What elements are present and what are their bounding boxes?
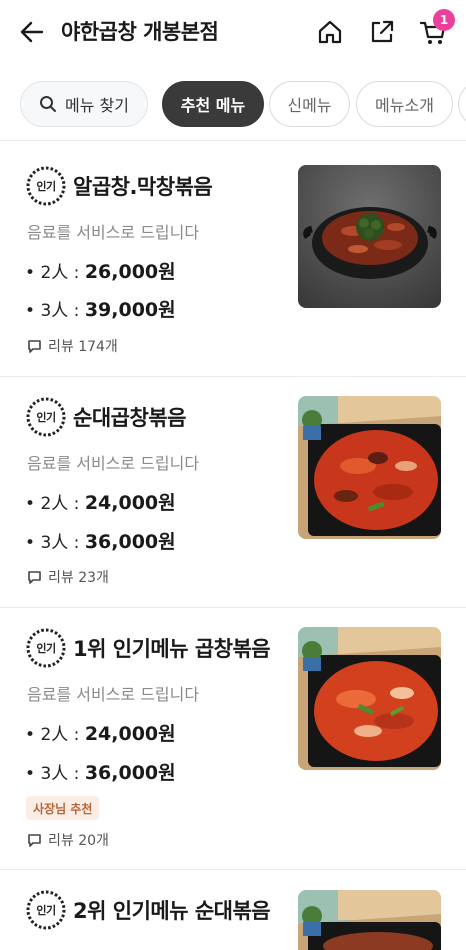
menu-item-price: • 3人 : 36,000원 xyxy=(25,762,176,784)
tab-overflow[interactable] xyxy=(458,81,466,127)
menu-item-description: 음료를 서비스로 드립니다 xyxy=(27,223,200,242)
menu-item-description: 음료를 서비스로 드립니다 xyxy=(27,685,200,704)
menu-item-review: 리뷰 20개 xyxy=(27,830,109,850)
menu-item[interactable]: 인기 알곱창.막창볶음 음료를 서비스로 드립니다 • 2人 : 26,000원… xyxy=(0,141,466,377)
popular-badge: 인기 xyxy=(25,889,67,931)
menu-item-price: • 3人 : 36,000원 xyxy=(25,531,176,553)
menu-item-name: 1위 인기메뉴 곱창볶음 xyxy=(73,637,271,661)
search-label: 메뉴 찾기 xyxy=(65,96,129,115)
tab-recommended[interactable]: 추천 메뉴 xyxy=(162,81,264,127)
popular-badge: 인기 xyxy=(25,396,67,438)
share-button[interactable] xyxy=(367,17,397,47)
home-button[interactable] xyxy=(315,17,345,47)
menu-item-name: 알곱창.막창볶음 xyxy=(73,175,213,199)
menu-item-price: • 2人 : 24,000원 xyxy=(25,492,176,514)
menu-item-name: 순대곱창볶음 xyxy=(73,406,186,430)
comment-icon xyxy=(27,570,42,585)
menu-item[interactable]: 인기 순대곱창볶음 음료를 서비스로 드립니다 • 2人 : 24,000원 •… xyxy=(0,377,466,608)
comment-icon xyxy=(27,833,42,848)
menu-item-photo xyxy=(298,165,441,308)
app-header: 야한곱창 개봉본점 1 xyxy=(0,0,466,66)
menu-tabs: 메뉴 찾기 추천 메뉴 신메뉴 메뉴소개 xyxy=(0,80,466,130)
tab-menu-intro[interactable]: 메뉴소개 xyxy=(356,81,453,127)
popular-badge: 인기 xyxy=(25,165,67,207)
arrow-left-icon xyxy=(20,21,44,43)
menu-item-description: 음료를 서비스로 드립니다 xyxy=(27,454,200,473)
cart-count-badge: 1 xyxy=(433,9,455,31)
menu-item[interactable]: 인기 1위 인기메뉴 곱창볶음 음료를 서비스로 드립니다 • 2人 : 24,… xyxy=(0,608,466,870)
menu-item-name: 2위 인기메뉴 순대볶음 xyxy=(73,899,271,923)
menu-item-price: • 2人 : 24,000원 xyxy=(25,723,176,745)
popular-badge: 인기 xyxy=(25,627,67,669)
comment-icon xyxy=(27,339,42,354)
tab-new-menu[interactable]: 신메뉴 xyxy=(269,81,350,127)
owner-recommend-tag: 사장님 추천 xyxy=(26,796,100,820)
menu-item-photo xyxy=(298,890,441,950)
back-button[interactable] xyxy=(18,18,46,46)
share-icon xyxy=(371,20,394,43)
page-title: 야한곱창 개봉본점 xyxy=(61,20,219,44)
home-icon xyxy=(318,20,342,44)
menu-item-price: • 3人 : 39,000원 xyxy=(25,299,176,321)
menu-item-price: • 2人 : 26,000원 xyxy=(25,261,176,283)
menu-item-review: 리뷰 23개 xyxy=(27,567,109,587)
search-icon xyxy=(39,95,57,113)
menu-item[interactable]: 인기 2위 인기메뉴 순대볶음 xyxy=(0,870,466,950)
menu-item-photo xyxy=(298,627,441,770)
menu-search-button[interactable]: 메뉴 찾기 xyxy=(20,81,148,127)
menu-item-review: 리뷰 174개 xyxy=(27,336,118,356)
menu-item-photo xyxy=(298,396,441,539)
